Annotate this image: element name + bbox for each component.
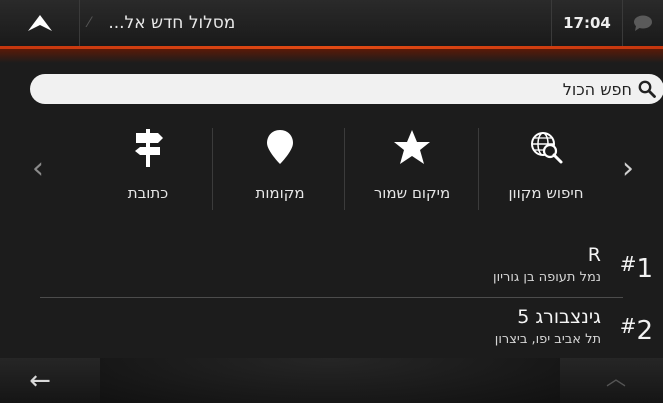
route-header: מסלול חדש אל... ⁄ [80,0,551,46]
result-row[interactable]: #2 גינצבורג 5 תל אביב יפו, ביצרון [40,302,663,356]
category-saved-location[interactable]: מיקום שמור [346,124,478,218]
arrow-left-icon: ← [29,365,51,396]
result-number: #1 [619,252,653,284]
map-pin-icon [267,130,293,164]
category-address[interactable]: כתובת [82,124,214,218]
menu-up-button[interactable] [0,0,80,46]
status-separator: ⁄ [88,15,91,31]
route-title: מסלול חדש אל... [108,13,236,33]
chevron-up-icon: ︿ [606,366,626,390]
scroll-up-button[interactable]: ︿ [606,362,626,391]
result-number: #2 [619,314,653,346]
search-input[interactable]: חפש הכול [30,74,663,104]
divider [478,128,479,210]
search-icon [638,80,656,98]
clock-time: 17:04 [563,14,611,32]
messages-button[interactable] [623,0,663,46]
category-label: מיקום שמור [373,184,451,202]
chevron-up-icon [27,15,52,31]
scroll-left-arrow[interactable]: ‹ [32,154,44,184]
category-strip: ‹ כתובת מקומות מיקום שמור חיפוש מקוון › [0,118,663,218]
top-bar: מסלול חדש אל... ⁄ 17:04 [0,0,663,46]
result-subtitle: תל אביב יפו, ביצרון [494,332,601,347]
globe-search-icon [531,132,563,164]
back-button[interactable]: ← [0,358,80,403]
divider [212,128,213,210]
bottom-bar: ← ︿ [0,358,663,403]
row-divider [40,297,623,298]
category-places[interactable]: מקומות [214,124,346,218]
result-row[interactable]: #1 R נמל תעופה בן גוריון [40,240,663,294]
accent-glow [0,49,663,63]
divider [344,128,345,210]
category-label: חיפוש מקוון [508,184,584,202]
chat-bubble-icon [634,15,652,31]
scroll-right-arrow[interactable]: › [622,154,634,184]
star-icon [394,130,430,164]
signpost-icon [135,129,163,167]
category-online-search[interactable]: חיפוש מקוון [480,124,612,218]
result-subtitle: נמל תעופה בן גוריון [493,270,601,285]
clock: 17:04 [551,0,623,46]
search-text: חפש הכול [562,79,632,99]
category-label: מקומות [255,184,305,202]
bottom-shade [100,358,560,403]
category-label: כתובת [127,184,169,202]
result-title: R [587,244,601,266]
result-title: גינצבורג 5 [517,306,601,328]
